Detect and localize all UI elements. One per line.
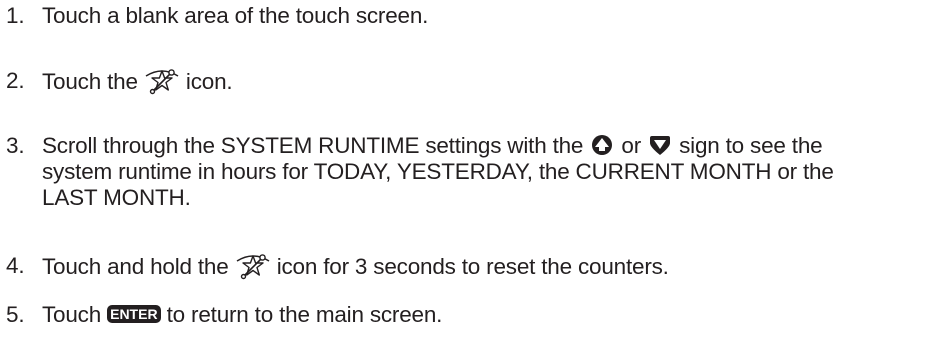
step-number: 1.	[6, 3, 25, 28]
step-text-or: or	[621, 133, 641, 158]
step-text-before: Touch	[42, 302, 102, 327]
instruction-list: 1. Touch a blank area of the touch scree…	[0, 0, 925, 337]
step-number: 2.	[6, 68, 25, 93]
down-arrow-shield-icon	[649, 134, 671, 156]
step-text-line2: system runtime in hours for TODAY, YESTE…	[42, 159, 834, 184]
step-text-before: Touch the	[42, 68, 138, 94]
star-wrench-icon	[235, 250, 271, 280]
star-wrench-icon	[144, 65, 180, 95]
step-text-after: sign to see the	[679, 133, 823, 158]
step-text-line3: LAST MONTH.	[42, 185, 191, 210]
step-text-after: icon for 3 seconds to reset the counters…	[276, 253, 669, 279]
step-text-before: Touch and hold the	[42, 253, 229, 279]
step-text-after: to return to the main screen.	[166, 302, 443, 327]
up-arrow-circle-icon	[591, 134, 613, 156]
step-text: Touch a blank area of the touch screen.	[42, 3, 429, 28]
step-text-before: Scroll through the SYSTEM RUNTIME settin…	[42, 133, 584, 158]
step-number: 5.	[6, 302, 25, 327]
step-text-after: icon.	[185, 68, 233, 94]
step-number: 3.	[6, 133, 25, 158]
step-number: 4.	[6, 253, 25, 278]
enter-button-icon: ENTER	[107, 305, 161, 324]
